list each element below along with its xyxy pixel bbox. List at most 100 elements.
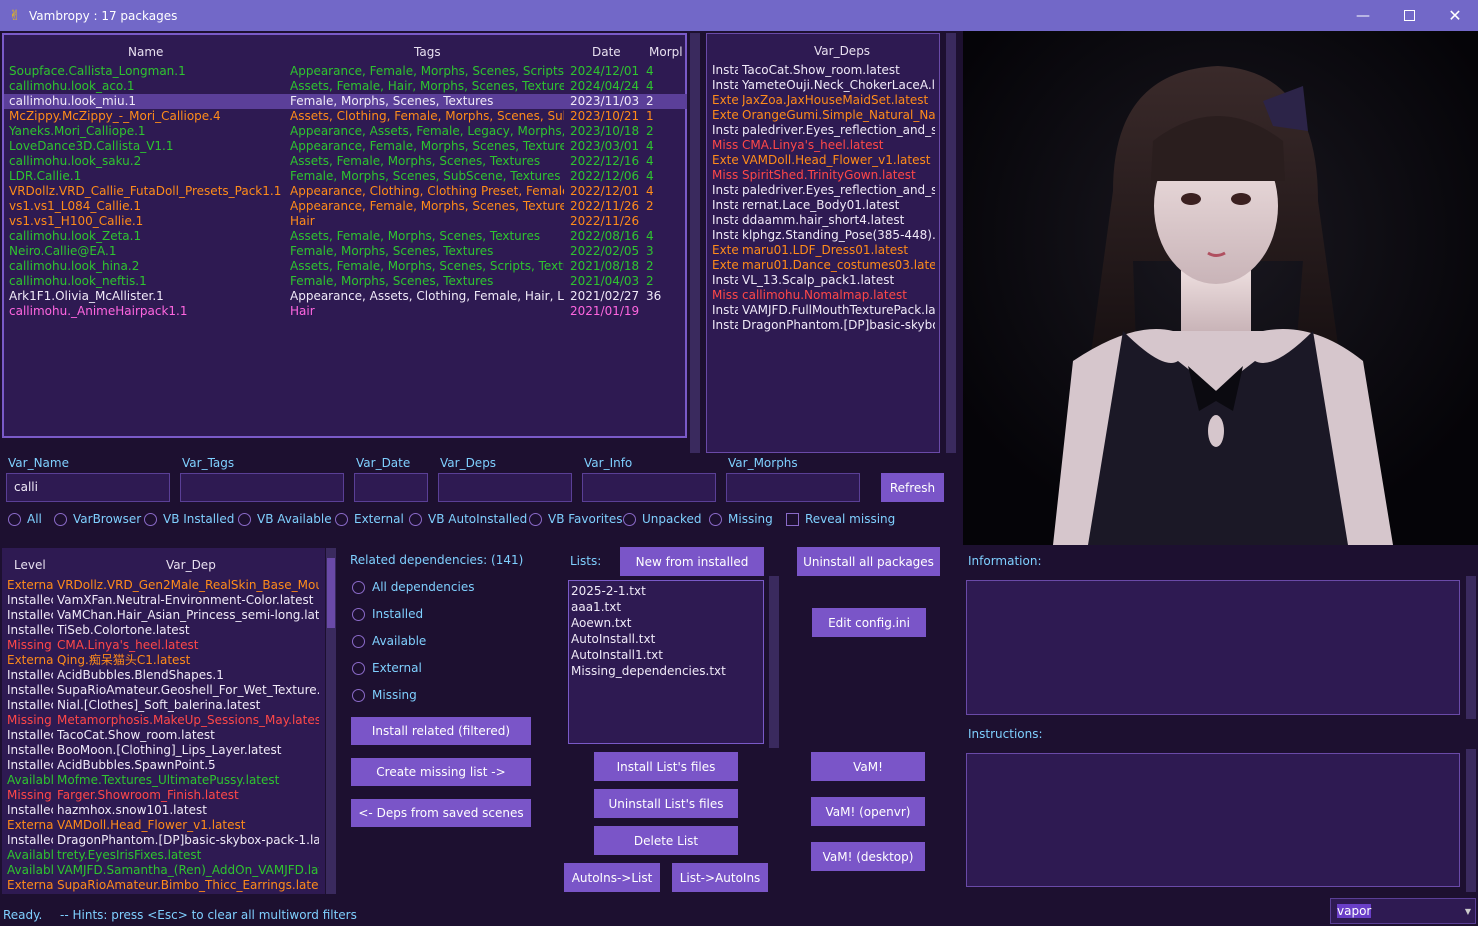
table-row[interactable]: callimohu.look_neftis.1 Female, Morphs, S… [4,274,687,289]
radio-varbrowser[interactable] [54,513,67,526]
close-button[interactable]: ✕ [1432,0,1478,31]
maximize-button[interactable] [1386,0,1432,31]
col-date-header[interactable]: Date [592,45,621,59]
table-row[interactable]: Yaneks.Mori_Calliope.1 Appearance, Assets… [4,124,687,139]
radio-unpacked[interactable] [623,513,636,526]
related-radio-available[interactable] [352,635,365,648]
list-item[interactable]: Miss CMA.Linya's_heel.latest [707,138,939,153]
list-item[interactable]: Exte JaxZoa.JaxHouseMaidSet.latest [707,93,939,108]
table-row[interactable]: Installec TiSeb.Colortone.latest [2,623,323,638]
list-item[interactable]: 2025-2-1.txt [570,584,762,599]
lists-scrollbar[interactable] [769,576,779,748]
dependency-scrollbar[interactable] [326,548,336,894]
table-row[interactable]: Availabl Mofme.Textures_UltimatePussy.lat… [2,773,323,788]
table-row[interactable]: vs1.vs1_H100_Callie.1 Hair 2022/11/26 [4,214,687,229]
related-radio-all-dependencies[interactable] [352,581,365,594]
vam-launch-button[interactable]: VaM! [811,752,925,781]
table-row[interactable]: Installec VamXFan.Neutral-Environment-Col… [2,593,323,608]
list-item[interactable]: Insta paledriver.Eyes_reflection_and_shad… [707,123,939,138]
list-item[interactable]: Missing_dependencies.txt [570,664,762,679]
table-row[interactable]: LoveDance3D.Callista_V1.1 Appearance, Fem… [4,139,687,154]
table-row[interactable]: Availabl trety.EyesIrisFixes.latest [2,848,323,863]
var-tags-input[interactable] [180,473,344,502]
minimize-button[interactable]: — [1340,0,1386,31]
packages-table[interactable]: Name Tags Date Morpl Soupface.Callista_L… [2,33,687,438]
autoins-to-list-button[interactable]: AutoIns->List [564,863,660,892]
col-var-dep-header[interactable]: Var_Dep [166,558,216,572]
list-item[interactable]: Insta YameteOuji.Neck_ChokerLaceA.lates [707,78,939,93]
dependency-table[interactable]: Level Var_Dep External VRDollz.VRD_Gen2Ma… [2,548,325,894]
information-box[interactable] [966,580,1460,715]
packages-scrollbar[interactable] [690,33,700,453]
list-item[interactable]: Exte maru01.Dance_costumes03.latest [707,258,939,273]
table-row[interactable]: vs1.vs1_L084_Callie.1 Appearance, Female,… [4,199,687,214]
list-item[interactable]: Insta ddaamm.hair_short4.latest [707,213,939,228]
create-missing-list-button[interactable]: Create missing list -> [351,758,531,786]
col-level-header[interactable]: Level [14,558,46,572]
var-deps-scrollbar[interactable] [946,33,956,453]
list-item[interactable]: Miss callimohu.Nomalmap.latest [707,288,939,303]
list-item[interactable]: Insta VAMJFD.FullMouthTexturePack.lates [707,303,939,318]
related-radio-external[interactable] [352,662,365,675]
instructions-box[interactable] [966,753,1460,887]
radio-external[interactable] [335,513,348,526]
reveal-missing-checkbox[interactable] [786,513,799,526]
install-related-button[interactable]: Install related (filtered) [351,717,531,745]
table-row[interactable]: Ark1F1.Olivia_McAllister.1 Appearance, As… [4,289,687,304]
list-item[interactable]: Insta DragonPhantom.[DP]basic-skybox-p [707,318,939,333]
related-radio-installed[interactable] [352,608,365,621]
table-row[interactable]: Installec BooMoon.[Clothing]_Lips_Layer.l… [2,743,323,758]
vam-openvr-button[interactable]: VaM! (openvr) [811,797,925,826]
table-row[interactable]: Installec AcidBubbles.BlendShapes.1 [2,668,323,683]
uninstall-all-packages-button[interactable]: Uninstall all packages [797,547,940,576]
lists-listbox[interactable]: 2025-2-1.txt aaa1.txt Aoewn.txt AutoInstall… [568,580,764,744]
radio-vb-favorites[interactable] [529,513,542,526]
list-item[interactable]: Insta paledriver.Eyes_reflection_and_shad… [707,183,939,198]
table-row[interactable]: Neiro.Callie@EA.1 Female, Morphs, Scenes,… [4,244,687,259]
search-combo[interactable]: vapor ▼ [1330,898,1476,924]
table-row[interactable]: VRDollz.VRD_Callie_FutaDoll_Presets_Pack… [4,184,687,199]
var-deps-panel[interactable]: Var_Deps Insta TacoCat.Show_room.latest In… [706,33,940,453]
list-item[interactable]: Insta VL_13.Scalp_pack1.latest [707,273,939,288]
var-deps-input[interactable] [438,473,572,502]
radio-vb-available[interactable] [238,513,251,526]
table-row[interactable]: callimohu.look_saku.2 Assets, Female, Mor… [4,154,687,169]
list-item[interactable]: Insta TacoCat.Show_room.latest [707,63,939,78]
chevron-down-icon[interactable]: ▼ [1465,907,1471,916]
var-info-input[interactable] [582,473,716,502]
list-item[interactable]: AutoInstall.txt [570,632,762,647]
table-row[interactable]: Missing CMA.Linya's_heel.latest [2,638,323,653]
list-item[interactable]: Insta rernat.Lace_Body01.latest [707,198,939,213]
radio-vb-installed[interactable] [144,513,157,526]
col-name-header[interactable]: Name [128,45,163,59]
table-row[interactable]: Installec SupaRioAmateur.Geoshell_For_Wet… [2,683,323,698]
table-row[interactable]: External Qing.痴呆猫头C1.latest [2,653,323,668]
table-row[interactable]: Availabl VAMJFD.Samantha_(Ren)_AddOn_VAMJ… [2,863,323,878]
table-row[interactable]: External SupaRioAmateur.Bimbo_Thicc_Earri… [2,878,323,893]
table-row[interactable]: Missing Metamorphosis.MakeUp_Sessions_May… [2,713,323,728]
table-row[interactable]: callimohu._AnimeHairpack1.1 Hair 2021/01/1… [4,304,687,319]
new-from-installed-button[interactable]: New from installed [620,547,764,576]
list-item[interactable]: Insta klphgz.Standing_Pose(385-448).lates [707,228,939,243]
table-row[interactable]: callimohu.look_aco.1 Assets, Female, Hair… [4,79,687,94]
table-row[interactable]: Missing Farger.Showroom_Finish.latest [2,788,323,803]
install-list-files-button[interactable]: Install List's files [594,752,738,781]
information-scrollbar[interactable] [1466,576,1476,719]
deps-from-saved-scenes-button[interactable]: <- Deps from saved scenes [351,799,531,827]
instructions-scrollbar[interactable] [1466,749,1476,892]
list-item[interactable]: Exte maru01.LDF_Dress01.latest [707,243,939,258]
table-row[interactable]: Installec VaMChan.Hair_Asian_Princess_sem… [2,608,323,623]
table-row[interactable]: External VRDollz.VRD_Gen2Male_RealSkin_Ba… [2,578,323,593]
refresh-button[interactable]: Refresh [881,473,944,502]
table-row[interactable]: callimohu.look_miu.1 Female, Morphs, Scen… [4,94,687,109]
var-date-input[interactable] [354,473,428,502]
vam-desktop-button[interactable]: VaM! (desktop) [811,842,925,871]
table-row[interactable]: Installec TacoCat.Show_room.latest [2,728,323,743]
delete-list-button[interactable]: Delete List [594,826,738,855]
var-morphs-input[interactable] [726,473,860,502]
list-item[interactable]: aaa1.txt [570,600,762,615]
list-item[interactable]: Miss SpiritShed.TrinityGown.latest [707,168,939,183]
table-row[interactable]: callimohu.look_Zeta.1 Assets, Female, Mor… [4,229,687,244]
list-item[interactable]: Exte OrangeGumi.Simple_Natural_Nail.lat [707,108,939,123]
radio-missing[interactable] [709,513,722,526]
